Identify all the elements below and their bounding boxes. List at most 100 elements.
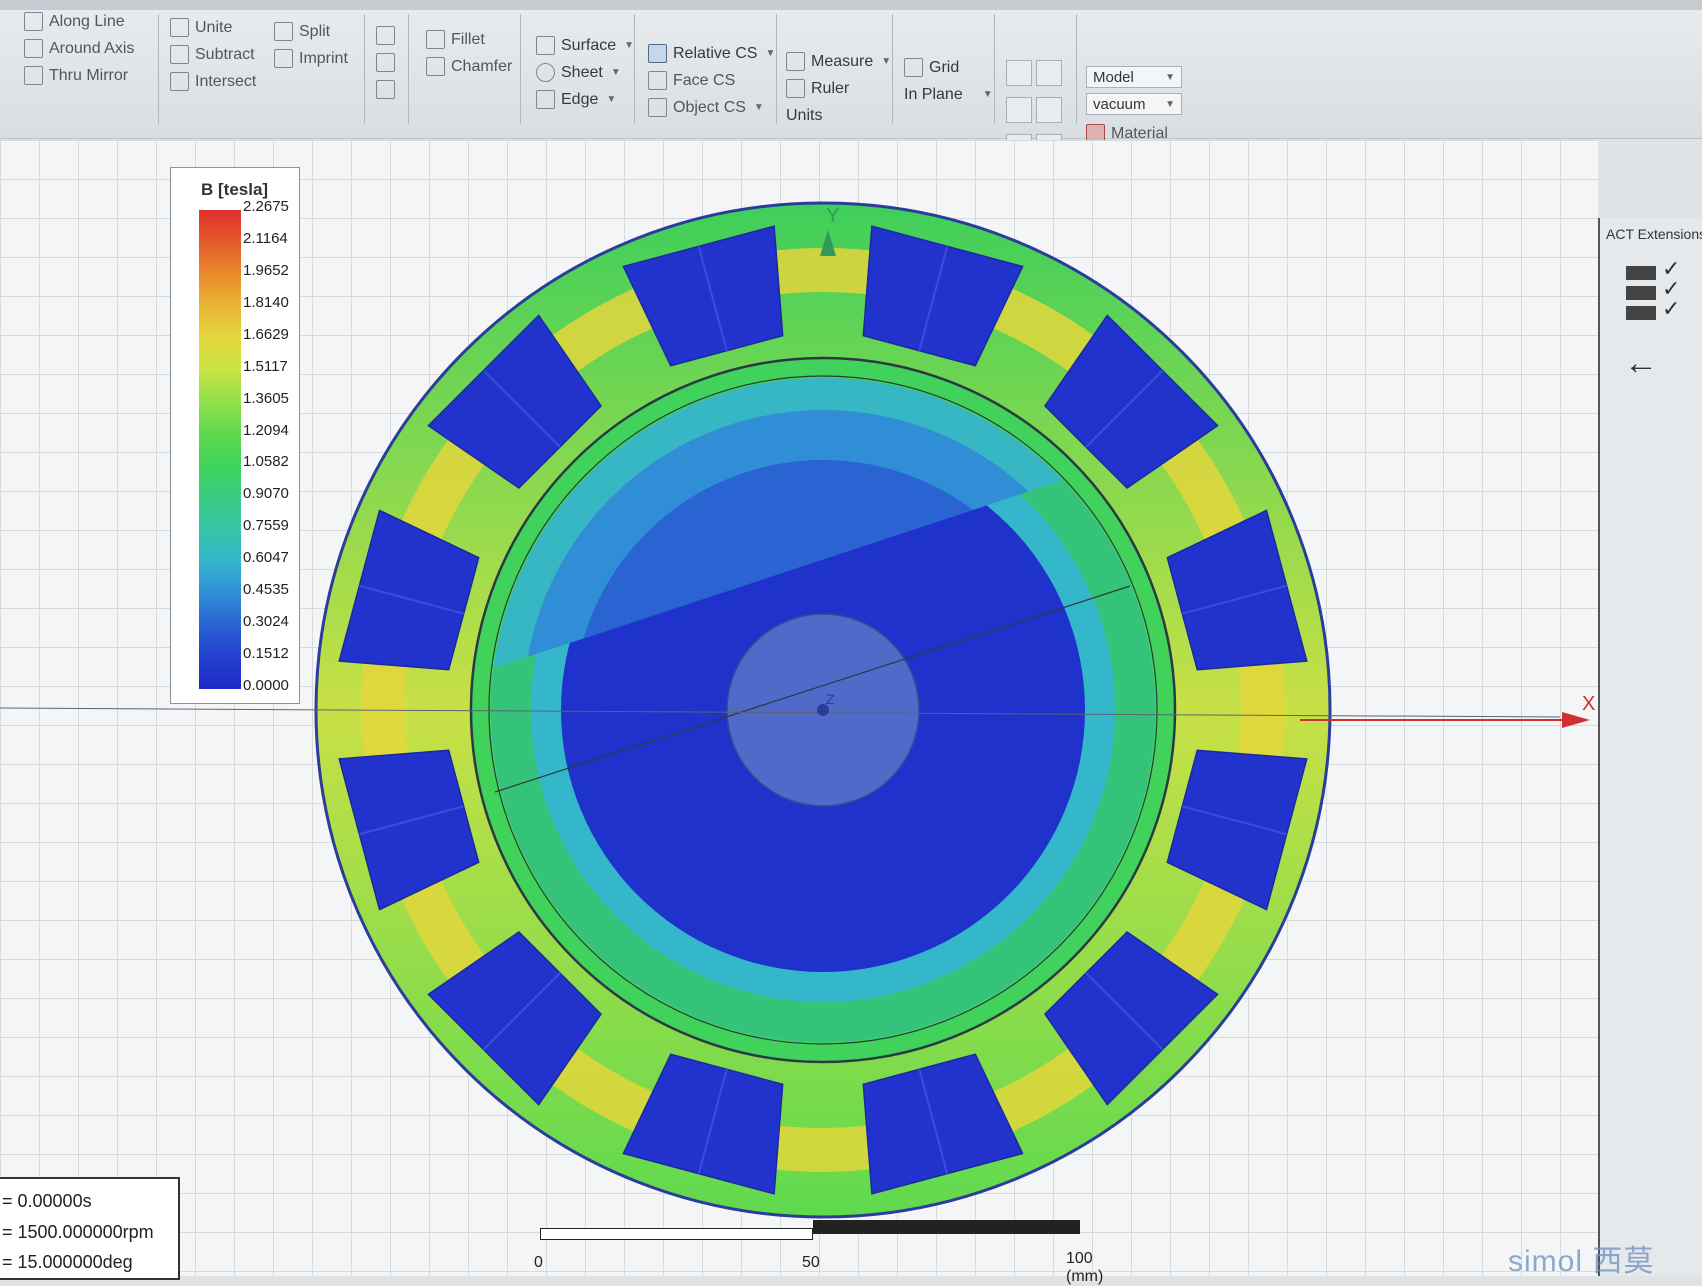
ruler-button[interactable]: Ruler	[786, 75, 891, 102]
thru-mirror-button[interactable]: Thru Mirror	[24, 62, 134, 89]
arrange-button[interactable]	[376, 76, 395, 103]
edge-ops-group: Fillet Chamfer	[426, 26, 512, 80]
chevron-down-icon: ▼	[765, 48, 776, 59]
ribbon-divider	[892, 14, 893, 124]
speed-value: = 1500.000000rpm	[2, 1222, 154, 1242]
ribbon-divider	[634, 14, 635, 124]
legend-value: 1.3605	[243, 389, 289, 407]
legend-value: 0.9070	[243, 485, 289, 503]
relative-cs-icon	[648, 44, 667, 63]
list-view-icon[interactable]	[1626, 266, 1656, 280]
rotate-button[interactable]	[376, 49, 395, 76]
legend-value: 0.6047	[243, 549, 289, 567]
snap-point-icon[interactable]	[1036, 60, 1062, 86]
ribbon-divider	[994, 14, 995, 124]
subtract-icon	[170, 45, 189, 64]
imprint-button[interactable]: Imprint	[274, 45, 348, 72]
split-group: Split Imprint	[274, 18, 348, 72]
scale-label-end: 100 (mm)	[1066, 1250, 1104, 1285]
model-dropdown[interactable]: Model ▼	[1086, 66, 1182, 88]
relative-cs-dropdown[interactable]: Relative CS ▼	[648, 40, 775, 67]
chevron-down-icon: ▼	[606, 94, 617, 105]
chevron-down-icon: ▼	[982, 89, 993, 100]
coordinate-system-group: Relative CS ▼ Face CS Object CS ▼	[648, 40, 775, 121]
along-line-button[interactable]: Along Line	[24, 8, 134, 35]
z-axis-label: Z	[826, 691, 835, 707]
unite-icon	[170, 18, 189, 37]
chevron-down-icon: ▼	[610, 67, 621, 78]
y-axis-label: Y	[826, 205, 839, 227]
chevron-down-icon: ▼	[1165, 98, 1175, 110]
x-axis-label: X	[1582, 693, 1595, 715]
legend-value: 2.1164	[243, 229, 288, 247]
rotate-icon	[376, 53, 395, 72]
field-legend: B [tesla] 2.2675 2.1164 1.9652 1.8140 1.6629…	[170, 167, 300, 704]
create-object-group: Surface ▼ Sheet ▼ Edge ▼	[536, 32, 634, 113]
ribbon-divider	[776, 14, 777, 124]
move-button[interactable]	[376, 22, 395, 49]
material-dropdown[interactable]: vacuum ▼	[1086, 93, 1182, 115]
face-cs-icon	[648, 71, 667, 90]
snap-grid-icon[interactable]	[1006, 60, 1032, 86]
intersect-icon	[170, 72, 189, 91]
scale-segment-dark	[813, 1220, 1080, 1234]
material-group: Model ▼ vacuum ▼ Material	[1086, 66, 1182, 147]
legend-value: 0.1512	[243, 645, 289, 663]
back-arrow-icon[interactable]: ←	[1624, 344, 1658, 383]
legend-value: 0.4535	[243, 581, 289, 599]
ribbon-top-strip	[0, 0, 1702, 10]
ribbon-toolbar: Along Line Around Axis Thru Mirror Unite…	[0, 0, 1702, 160]
legend-value: 0.0000	[243, 677, 289, 694]
legend-value: 0.7559	[243, 517, 289, 535]
imprint-icon	[274, 49, 293, 68]
legend-title: B [tesla]	[201, 180, 269, 199]
grid-button[interactable]: Grid	[904, 54, 993, 81]
3d-viewport[interactable]: X Y Z B [tesla] 2.2675 2.1164 1.9652 1.8140…	[0, 140, 1598, 1285]
legend-value: 2.2675	[243, 198, 289, 215]
chamfer-button[interactable]: Chamfer	[426, 53, 512, 80]
scale-bar: 0 50 100 (mm)	[534, 1216, 1103, 1285]
units-button[interactable]: Units	[786, 102, 891, 129]
unite-button[interactable]: Unite	[170, 14, 256, 41]
ribbon-divider	[158, 14, 159, 124]
face-select-icon[interactable]	[1006, 97, 1032, 123]
boolean-group: Unite Subtract Intersect	[170, 14, 256, 95]
measure-dropdown[interactable]: Measure ▼	[786, 48, 891, 75]
list-view-icon[interactable]	[1626, 306, 1656, 320]
face-cs-button[interactable]: Face CS	[648, 67, 775, 94]
sheet-dropdown[interactable]: Sheet ▼	[536, 59, 634, 86]
chevron-down-icon: ▼	[881, 56, 892, 67]
grid-plane-dropdown[interactable]: In Plane ▼	[904, 81, 993, 108]
scale-label-zero: 0	[534, 1254, 543, 1271]
fillet-button[interactable]: Fillet	[426, 26, 512, 53]
legend-value: 1.5117	[243, 357, 288, 375]
sweep-line-icon	[24, 12, 43, 31]
split-button[interactable]: Split	[274, 18, 348, 45]
chamfer-icon	[426, 57, 445, 76]
intersect-button[interactable]: Intersect	[170, 68, 256, 95]
edge-dropdown[interactable]: Edge ▼	[536, 86, 634, 113]
object-cs-dropdown[interactable]: Object CS ▼	[648, 94, 775, 121]
subtract-button[interactable]: Subtract	[170, 41, 256, 68]
sheet-icon	[536, 63, 555, 82]
surface-icon	[536, 36, 555, 55]
scale-label-mid: 50	[802, 1254, 820, 1271]
ribbon-divider	[364, 14, 365, 124]
object-select-icon[interactable]	[1036, 97, 1062, 123]
arrange-icon	[376, 80, 395, 99]
legend-color-bar	[199, 210, 241, 689]
fillet-icon	[426, 30, 445, 49]
move-icon	[376, 26, 395, 45]
around-axis-button[interactable]: Around Axis	[24, 35, 134, 62]
grid-icon	[904, 58, 923, 77]
list-view-icon[interactable]	[1626, 286, 1656, 300]
ribbon-divider	[1076, 14, 1077, 124]
surface-dropdown[interactable]: Surface ▼	[536, 32, 634, 59]
legend-value: 1.2094	[243, 421, 289, 439]
chevron-down-icon: ▼	[624, 40, 635, 51]
watermark: simol 西莫	[1508, 1245, 1655, 1278]
ribbon-divider	[520, 14, 521, 124]
legend-value: 1.8140	[243, 293, 289, 311]
edge-icon	[536, 90, 555, 109]
measure-group: Measure ▼ Ruler Units	[786, 48, 891, 129]
